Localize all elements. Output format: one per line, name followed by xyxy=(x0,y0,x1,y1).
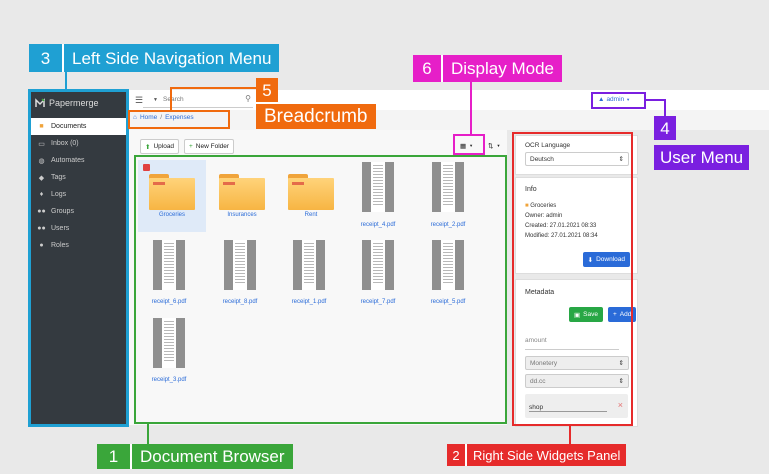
annotation-user-menu: User Menu xyxy=(654,145,750,170)
display-mode-outline xyxy=(453,134,485,155)
annotation-connector xyxy=(646,99,666,101)
document-browser-outline xyxy=(134,155,507,424)
annotation-connector xyxy=(147,424,149,444)
annotation-left-nav: 3 Left Side Navigation Menu xyxy=(29,44,280,72)
annotation-connector xyxy=(470,82,472,134)
annotation-user-menu-number: 4 xyxy=(654,116,676,140)
annotation-connector xyxy=(170,87,256,89)
annotation-display-mode: 6 Display Mode xyxy=(413,55,562,82)
search-icon[interactable]: ⚲ xyxy=(245,94,251,103)
annotation-connector xyxy=(65,72,67,89)
hamburger-icon[interactable]: ☰ xyxy=(135,95,143,106)
user-menu-outline xyxy=(591,92,646,109)
annotation-document-browser: 1 Document Browser xyxy=(97,444,293,469)
annotation-breadcrumb-number: 5 xyxy=(256,78,278,102)
annotation-connector xyxy=(569,426,571,444)
breadcrumb-outline xyxy=(128,110,230,129)
annotation-breadcrumb: Breadcrumb xyxy=(256,104,376,129)
annotation-connector xyxy=(664,99,666,116)
annotation-connector xyxy=(170,87,172,110)
annotation-widgets-panel: 2 Right Side Widgets Panel xyxy=(447,444,627,466)
search-input[interactable]: Search ⚲ xyxy=(143,93,253,108)
left-nav-outline xyxy=(28,89,129,427)
widgets-panel-outline xyxy=(512,132,633,426)
